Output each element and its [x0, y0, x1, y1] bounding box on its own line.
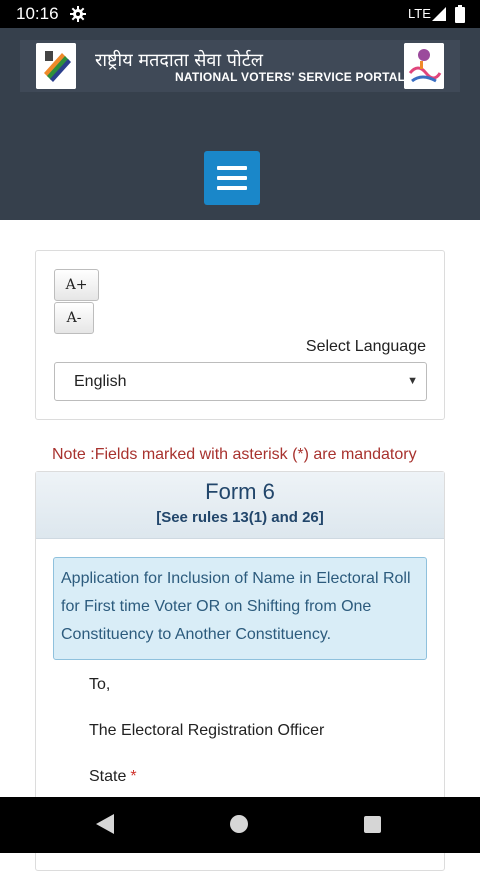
home-icon[interactable] — [230, 815, 248, 833]
network-type: LTE — [408, 6, 431, 21]
eci-logo — [36, 43, 76, 89]
signal-icon — [432, 7, 446, 21]
form-description-box: Application for Inclusion of Name in Ele… — [53, 557, 427, 660]
gear-icon — [70, 6, 86, 22]
portal-banner: राष्ट्रीय मतदाता सेवा पोर्टल NATIONAL VO… — [20, 40, 460, 92]
portal-title-hindi: राष्ट्रीय मतदाता सेवा पोर्टल — [95, 50, 263, 71]
form-description: Application for Inclusion of Name in Ele… — [61, 570, 411, 643]
increase-font-button[interactable]: A+ — [54, 269, 99, 301]
back-icon[interactable] — [96, 814, 114, 834]
status-bar: 10:16 LTE — [0, 0, 480, 28]
battery-icon — [455, 5, 465, 23]
form-rules: [See rules 13(1) and 26] — [156, 509, 324, 526]
hamburger-menu-icon — [217, 166, 247, 170]
officer-label: The Electoral Registration Officer — [89, 722, 325, 739]
decrease-font-button[interactable]: A- — [54, 302, 94, 334]
language-select[interactable]: English ▼ — [54, 362, 427, 401]
site-header: राष्ट्रीय मतदाता सेवा पोर्टल NATIONAL VO… — [0, 28, 480, 220]
language-panel: A+ A- Select Language English ▼ — [35, 250, 445, 420]
hamburger-menu-icon — [217, 186, 247, 190]
portal-title-english: NATIONAL VOTERS' SERVICE PORTAL — [175, 70, 406, 84]
selected-language: English — [74, 373, 127, 390]
mandatory-note: Note :Fields marked with asterisk (*) ar… — [52, 446, 417, 463]
hamburger-menu-icon — [217, 176, 247, 180]
required-asterisk: * — [130, 768, 137, 785]
menu-button[interactable] — [204, 151, 260, 205]
state-field-label: State * — [89, 768, 137, 786]
voter-festival-logo — [404, 43, 444, 89]
to-label: To, — [89, 676, 111, 693]
recents-icon[interactable] — [364, 816, 381, 833]
status-time: 10:16 — [16, 4, 59, 23]
chevron-down-icon: ▼ — [407, 375, 418, 387]
select-language-label: Select Language — [305, 338, 426, 355]
navigation-bar — [0, 797, 480, 853]
form-header: Form 6 [See rules 13(1) and 26] — [36, 472, 444, 539]
state-label-text: State — [89, 768, 127, 785]
form-title: Form 6 — [205, 479, 275, 504]
